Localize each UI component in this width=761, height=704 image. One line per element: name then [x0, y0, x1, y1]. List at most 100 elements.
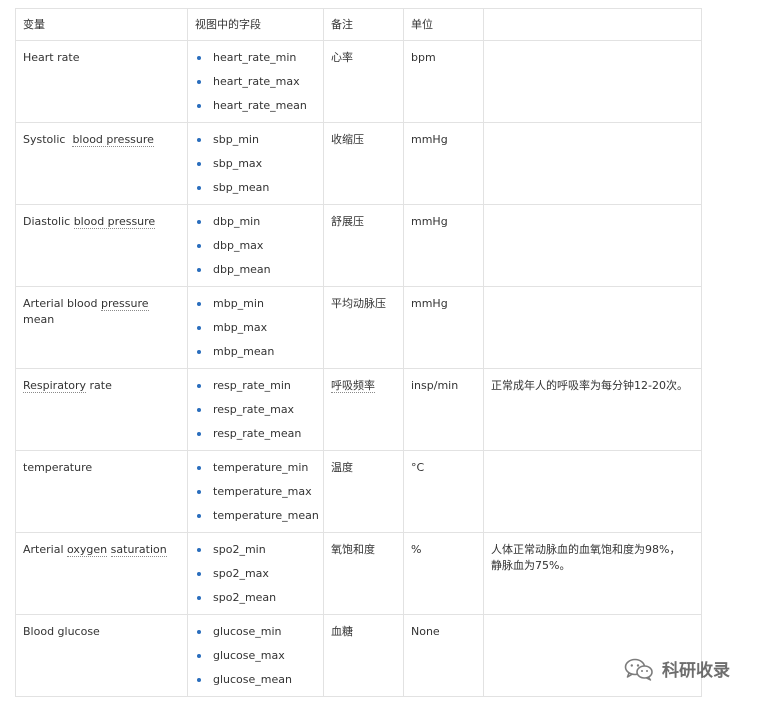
cell-extra: 正常成年人的呼吸率为每分钟12-20次。 — [483, 368, 702, 451]
cell-fields: dbp_min dbp_max dbp_mean — [187, 204, 324, 287]
table-row: Blood glucose glucose_min glucose_max gl… — [15, 614, 702, 697]
list-item: spo2_mean — [195, 590, 316, 614]
cell-extra — [483, 204, 702, 287]
cell-unit: mmHg — [403, 122, 484, 205]
cell-fields: temperature_min temperature_max temperat… — [187, 450, 324, 533]
table-row: temperature temperature_min temperature_… — [15, 450, 702, 533]
cell-variable: Systolic blood pressure — [15, 122, 188, 205]
list-item: sbp_min — [195, 132, 316, 156]
variable-text-underlined: blood pressure — [72, 133, 154, 147]
cell-extra: 人体正常动脉血的血氧饱和度为98%， 静脉血为75%。 — [483, 532, 702, 615]
list-item: spo2_max — [195, 566, 316, 590]
cell-extra — [483, 122, 702, 205]
variable-text-underlined: saturation — [110, 543, 167, 557]
list-item: heart_rate_mean — [195, 98, 316, 122]
cell-variable: Respiratory rate — [15, 368, 188, 451]
vitals-table: 变量 视图中的字段 备注 单位 Heart rate heart_rate_mi… — [15, 8, 702, 697]
list-item: mbp_mean — [195, 344, 316, 368]
variable-text: rate — [89, 379, 112, 392]
list-item: dbp_mean — [195, 262, 316, 286]
variable-text: Arterial — [23, 543, 64, 556]
cell-unit: °C — [403, 450, 484, 533]
table-row: Respiratory rate resp_rate_min resp_rate… — [15, 368, 702, 451]
variable-text: Blood glucose — [23, 625, 100, 638]
list-item: resp_rate_min — [195, 378, 316, 402]
list-item: glucose_max — [195, 648, 316, 672]
list-item: spo2_min — [195, 542, 316, 566]
table-row: Arterial oxygen saturation spo2_min spo2… — [15, 532, 702, 615]
field-list: dbp_min dbp_max dbp_mean — [195, 214, 316, 286]
extra-line: 静脉血为75%。 — [491, 559, 571, 572]
header-fields: 视图中的字段 — [187, 8, 324, 41]
cell-unit: mmHg — [403, 204, 484, 287]
list-item: glucose_min — [195, 624, 316, 648]
cell-note: 舒展压 — [323, 204, 404, 287]
cell-variable: Arterial oxygen saturation — [15, 532, 188, 615]
cell-fields: sbp_min sbp_max sbp_mean — [187, 122, 324, 205]
cell-variable: Blood glucose — [15, 614, 188, 697]
vitals-table-container: 变量 视图中的字段 备注 单位 Heart rate heart_rate_mi… — [15, 8, 702, 697]
variable-text: Heart rate — [23, 51, 80, 64]
header-extra — [483, 8, 702, 41]
list-item: heart_rate_min — [195, 50, 316, 74]
table-row: Heart rate heart_rate_min heart_rate_max… — [15, 40, 702, 123]
cell-note: 血糖 — [323, 614, 404, 697]
variable-text-underlined: Respiratory — [23, 379, 87, 393]
table-row: Diastolic blood pressure dbp_min dbp_max… — [15, 204, 702, 287]
field-list: resp_rate_min resp_rate_max resp_rate_me… — [195, 378, 316, 450]
cell-variable: temperature — [15, 450, 188, 533]
cell-note: 心率 — [323, 40, 404, 123]
cell-unit: insp/min — [403, 368, 484, 451]
cell-fields: glucose_min glucose_max glucose_mean — [187, 614, 324, 697]
table-header-row: 变量 视图中的字段 备注 单位 — [15, 8, 702, 41]
cell-note: 呼吸频率 — [323, 368, 404, 451]
field-list: spo2_min spo2_max spo2_mean — [195, 542, 316, 614]
table-row: Arterial blood pressure mean mbp_min mbp… — [15, 286, 702, 369]
header-variable: 变量 — [15, 8, 188, 41]
list-item: mbp_min — [195, 296, 316, 320]
list-item: resp_rate_max — [195, 402, 316, 426]
cell-unit: None — [403, 614, 484, 697]
cell-extra — [483, 286, 702, 369]
list-item: temperature_max — [195, 484, 316, 508]
variable-text: Diastolic — [23, 215, 71, 228]
variable-text-underlined: pressure — [100, 297, 149, 311]
header-note: 备注 — [323, 8, 404, 41]
cell-note: 平均动脉压 — [323, 286, 404, 369]
extra-line: 人体正常动脉血的血氧饱和度为98%， — [491, 543, 681, 556]
cell-note: 收缩压 — [323, 122, 404, 205]
variable-text: Arterial blood — [23, 297, 98, 310]
cell-fields: mbp_min mbp_max mbp_mean — [187, 286, 324, 369]
list-item: sbp_max — [195, 156, 316, 180]
field-list: mbp_min mbp_max mbp_mean — [195, 296, 316, 368]
cell-variable: Arterial blood pressure mean — [15, 286, 188, 369]
list-item: temperature_min — [195, 460, 316, 484]
cell-unit: mmHg — [403, 286, 484, 369]
cell-unit: bpm — [403, 40, 484, 123]
note-text: 呼吸频率 — [331, 379, 375, 393]
watermark: 科研收录 — [624, 656, 730, 681]
cell-extra — [483, 450, 702, 533]
list-item: dbp_min — [195, 214, 316, 238]
cell-note: 温度 — [323, 450, 404, 533]
variable-text: temperature — [23, 461, 93, 474]
cell-fields: spo2_min spo2_max spo2_mean — [187, 532, 324, 615]
variable-text-underlined: blood pressure — [73, 215, 156, 229]
list-item: mbp_max — [195, 320, 316, 344]
field-list: glucose_min glucose_max glucose_mean — [195, 624, 316, 696]
field-list: heart_rate_min heart_rate_max heart_rate… — [195, 50, 316, 122]
list-item: sbp_mean — [195, 180, 316, 204]
list-item: dbp_max — [195, 238, 316, 262]
field-list: sbp_min sbp_max sbp_mean — [195, 132, 316, 204]
field-list: temperature_min temperature_max temperat… — [195, 460, 319, 532]
list-item: glucose_mean — [195, 672, 316, 696]
table-row: Systolic blood pressure sbp_min sbp_max … — [15, 122, 702, 205]
cell-variable: Heart rate — [15, 40, 188, 123]
list-item: heart_rate_max — [195, 74, 316, 98]
variable-text: Systolic — [23, 133, 66, 146]
list-item: resp_rate_mean — [195, 426, 316, 450]
variable-text-underlined: oxygen — [67, 543, 108, 557]
header-unit: 单位 — [403, 8, 484, 41]
list-item: temperature_mean — [195, 508, 319, 532]
cell-unit: % — [403, 532, 484, 615]
